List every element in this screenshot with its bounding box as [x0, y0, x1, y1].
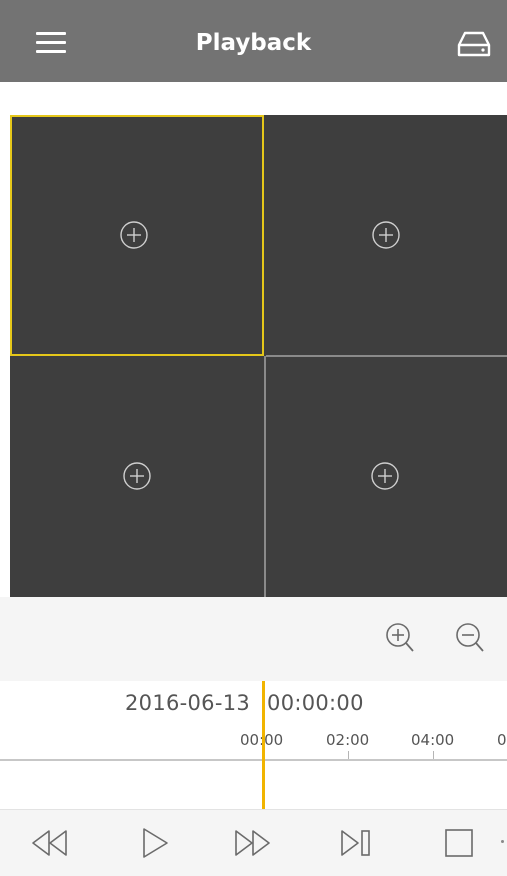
tick-label: 04:00: [411, 731, 455, 749]
next-frame-icon: [341, 830, 370, 856]
rewind-button[interactable]: [30, 826, 70, 860]
play-icon: [143, 828, 168, 858]
grid-divider-vertical: [264, 356, 266, 597]
app-header: Playback: [0, 0, 507, 82]
more-indicator: [501, 840, 504, 843]
zoom-in-button[interactable]: [384, 621, 416, 657]
video-cell-1[interactable]: [10, 115, 264, 356]
add-channel-icon[interactable]: [370, 461, 400, 491]
add-channel-icon[interactable]: [122, 461, 152, 491]
tick-mark: [433, 751, 434, 759]
storage-button[interactable]: [457, 30, 491, 58]
timeline-cursor[interactable]: [262, 681, 265, 809]
timeline-datetime: 2016-06-13 00:00:00: [125, 691, 364, 715]
recording-track[interactable]: [0, 761, 507, 809]
play-button[interactable]: [140, 826, 170, 860]
fast-forward-button[interactable]: [233, 826, 273, 860]
tick-mark: [348, 751, 349, 759]
hard-drive-icon: [457, 31, 491, 57]
zoom-out-icon: [456, 623, 484, 652]
timeline[interactable]: 2016-06-13 00:00:00 00:00 02:00 04:00 0: [0, 681, 507, 809]
zoom-in-icon: [386, 623, 414, 652]
video-grid: [10, 115, 507, 597]
fast-forward-icon: [235, 830, 270, 856]
video-cell-4[interactable]: [264, 356, 507, 597]
page-title: Playback: [195, 30, 312, 56]
stop-icon: [445, 829, 473, 857]
toolbar-spacer: [0, 82, 507, 115]
stop-button[interactable]: [444, 826, 474, 860]
add-channel-icon[interactable]: [371, 220, 401, 250]
grid-divider-horizontal: [266, 355, 507, 357]
next-frame-button[interactable]: [339, 826, 373, 860]
tick-label: 0: [497, 731, 507, 749]
timeline-time: 00:00:00: [267, 691, 364, 715]
timeline-date: 2016-06-13: [125, 691, 251, 715]
add-channel-icon[interactable]: [119, 220, 149, 250]
rewind-icon: [32, 830, 67, 856]
zoom-bar: [0, 597, 507, 681]
tick-label: 02:00: [326, 731, 370, 749]
video-cell-3[interactable]: [10, 356, 264, 597]
zoom-out-button[interactable]: [454, 621, 486, 657]
playback-controls: [0, 809, 507, 876]
video-cell-2[interactable]: [264, 115, 507, 356]
